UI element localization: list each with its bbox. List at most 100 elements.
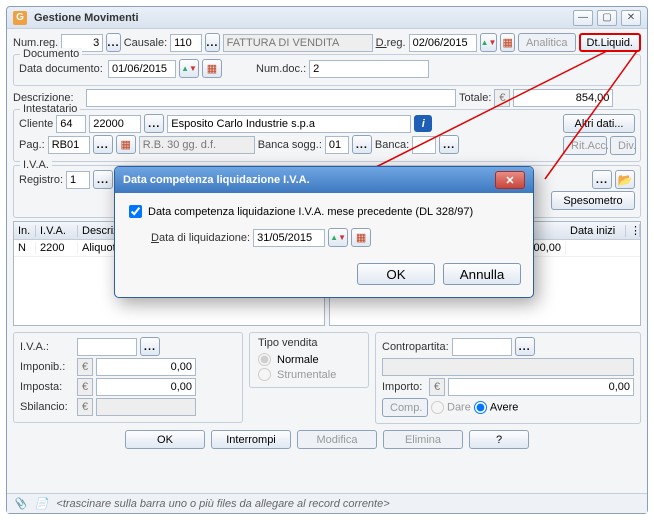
radio-strumentale[interactable]: Strumentale bbox=[258, 368, 360, 381]
iva-tot-input[interactable] bbox=[77, 338, 137, 356]
pag-desc bbox=[139, 136, 255, 154]
totale-input[interactable] bbox=[513, 89, 613, 107]
info-icon[interactable]: i bbox=[414, 115, 432, 132]
cliente-lookup-button[interactable]: ... bbox=[144, 114, 164, 133]
div-button[interactable]: Div. bbox=[610, 136, 636, 155]
folder-icon[interactable] bbox=[615, 170, 635, 189]
modal-data-stepper[interactable]: ▲▼ bbox=[328, 228, 348, 247]
numreg-lookup-button[interactable]: ... bbox=[106, 33, 120, 52]
registro-label: Registro: bbox=[19, 174, 63, 186]
contropartita-lookup[interactable]: ... bbox=[515, 337, 535, 356]
help-button[interactable]: ? bbox=[469, 430, 529, 449]
iva-title: I.V.A. bbox=[20, 159, 52, 171]
imposta-label: Imposta: bbox=[20, 381, 74, 393]
radio-dare[interactable]: Dare bbox=[431, 401, 471, 414]
gh-iva[interactable]: I.V.A. bbox=[36, 225, 78, 237]
top-row: Num.reg. ... Causale: ... D.reg. ▲▼ Anal… bbox=[13, 33, 641, 52]
iva-tot-lookup[interactable]: ... bbox=[140, 337, 160, 356]
banca-lookup-button[interactable]: ... bbox=[439, 135, 459, 154]
modal-data-input[interactable] bbox=[253, 229, 325, 247]
imponib-label: Imponib.: bbox=[20, 361, 74, 373]
modal-ok-button[interactable]: OK bbox=[357, 263, 435, 285]
modifica-button[interactable]: Modifica bbox=[297, 430, 377, 449]
contropartita-desc bbox=[382, 358, 634, 376]
totale-label: Totale: bbox=[459, 92, 491, 104]
data-doc-input[interactable] bbox=[108, 60, 176, 78]
documento-title: Documento bbox=[20, 48, 82, 60]
minimize-button[interactable]: — bbox=[573, 10, 593, 26]
modal-title: Data competenza liquidazione I.V.A. bbox=[123, 174, 310, 186]
causale-desc bbox=[223, 34, 373, 52]
importo-label: Importo: bbox=[382, 381, 426, 393]
banca-label: Banca: bbox=[375, 139, 409, 151]
modal-titlebar: Data competenza liquidazione I.V.A. ✕ bbox=[115, 167, 533, 193]
registro-lookup-button[interactable]: ... bbox=[93, 170, 113, 189]
imponib-input[interactable] bbox=[96, 358, 196, 376]
data-doc-calendar-icon[interactable] bbox=[202, 59, 222, 78]
radio-normale[interactable]: Normale bbox=[258, 353, 360, 366]
banca-sogg-lookup-button[interactable]: ... bbox=[352, 135, 372, 154]
altri-dati-button[interactable]: Altri dati... bbox=[563, 114, 635, 133]
pag-calendar-icon[interactable] bbox=[116, 135, 136, 154]
numdoc-input[interactable] bbox=[309, 60, 429, 78]
registro-input[interactable] bbox=[66, 171, 90, 189]
action-row: OK Interrompi Modifica Elimina ? bbox=[13, 430, 641, 449]
gh-data-inizi[interactable]: Data inizi bbox=[566, 225, 626, 237]
cell-iva: 2200 bbox=[36, 242, 78, 254]
iva-tot-label: I.V.A.: bbox=[20, 341, 74, 353]
descrizione-input[interactable] bbox=[86, 89, 456, 107]
pag-lookup-button[interactable]: ... bbox=[93, 135, 113, 154]
close-button[interactable]: ✕ bbox=[621, 10, 641, 26]
dreg-input[interactable] bbox=[409, 34, 477, 52]
cliente-rag-input[interactable] bbox=[167, 115, 411, 133]
radio-avere[interactable]: Avere bbox=[474, 401, 519, 414]
pag-label: Pag.: bbox=[19, 139, 45, 151]
cliente-cod-input[interactable] bbox=[89, 115, 141, 133]
intestatario-group: Intestatario Cliente ... i Pag.: ... bbox=[13, 109, 641, 162]
status-text: <trascinare sulla barra uno o più files … bbox=[56, 498, 389, 510]
importo-input[interactable] bbox=[448, 378, 634, 396]
maximize-button[interactable]: ▢ bbox=[597, 10, 617, 26]
documento-group: Documento Data documento: ▲▼ Num.doc.: bbox=[13, 54, 641, 86]
banca-input[interactable] bbox=[412, 136, 436, 154]
spesometro-button[interactable]: Spesometro bbox=[551, 191, 635, 210]
interrompi-button[interactable]: Interrompi bbox=[211, 430, 291, 449]
data-doc-stepper[interactable]: ▲▼ bbox=[179, 59, 199, 78]
totale-currency bbox=[494, 89, 510, 107]
causale-lookup-button[interactable]: ... bbox=[205, 33, 219, 52]
ritacc-button[interactable]: Rit.Acc. bbox=[563, 136, 607, 155]
elimina-button[interactable]: Elimina bbox=[383, 430, 463, 449]
dreg-calendar-icon[interactable] bbox=[500, 33, 514, 52]
analitica-button[interactable]: Analitica bbox=[518, 33, 576, 52]
causale-label: Causale: bbox=[124, 37, 167, 49]
modal-checkbox[interactable] bbox=[129, 205, 142, 218]
contropartita-box: Contropartita: ... Importo: Comp. Dare A… bbox=[375, 332, 641, 424]
imposta-input[interactable] bbox=[96, 378, 196, 396]
dreg-label: D.reg. bbox=[376, 37, 406, 49]
modal-annulla-button[interactable]: Annulla bbox=[443, 263, 521, 285]
numreg-label: Num.reg. bbox=[13, 37, 58, 49]
cell-in: N bbox=[14, 242, 36, 254]
dtliquid-button[interactable]: Dt.Liquid. bbox=[579, 33, 641, 52]
banca-sogg-input[interactable] bbox=[325, 136, 349, 154]
data-doc-label: Data documento: bbox=[19, 63, 105, 75]
doc-icon[interactable]: 📄 bbox=[35, 497, 49, 510]
ok-button[interactable]: OK bbox=[125, 430, 205, 449]
extra-lookup-button[interactable]: ... bbox=[592, 170, 612, 189]
window-title: Gestione Movimenti bbox=[34, 12, 139, 24]
modal-check-label: Data competenza liquidazione I.V.A. mese… bbox=[148, 206, 473, 218]
comp-button[interactable]: Comp. bbox=[382, 398, 428, 417]
clip-icon[interactable]: 📎 bbox=[13, 497, 27, 510]
cliente-label: Cliente bbox=[19, 118, 53, 130]
modal-close-button[interactable]: ✕ bbox=[495, 171, 525, 189]
dreg-stepper[interactable]: ▲▼ bbox=[480, 33, 498, 52]
gh-in[interactable]: In. bbox=[14, 225, 36, 237]
modal-calendar-icon[interactable] bbox=[351, 228, 371, 247]
causale-input[interactable] bbox=[170, 34, 202, 52]
cliente-tipo-input[interactable] bbox=[56, 115, 86, 133]
contropartita-input[interactable] bbox=[452, 338, 512, 356]
gh-scroll: ⋮ bbox=[626, 224, 640, 237]
numdoc-label: Num.doc.: bbox=[256, 63, 306, 75]
pag-input[interactable] bbox=[48, 136, 90, 154]
contropartita-label: Contropartita: bbox=[382, 341, 449, 353]
